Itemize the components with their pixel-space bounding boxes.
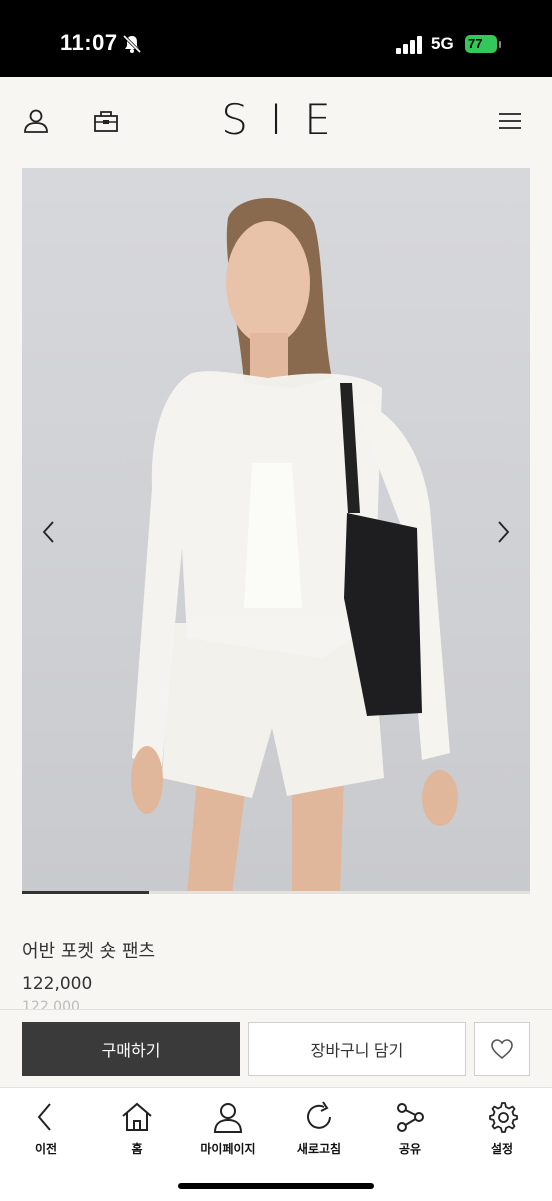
add-to-cart-button[interactable]: 장바구니 담기 <box>248 1022 466 1076</box>
back-arrow-icon <box>37 1103 51 1131</box>
action-bar: 구매하기 장바구니 담기 <box>0 1009 552 1088</box>
home-icon <box>122 1102 152 1131</box>
nav-share-label: 공유 <box>398 1142 422 1156</box>
user-icon <box>213 1103 243 1133</box>
product-sub-price: 122,000 <box>22 999 80 1009</box>
product-image[interactable] <box>22 168 530 894</box>
nav-mypage[interactable]: 마이페이지 <box>188 1100 268 1157</box>
status-time: 11:07 <box>60 30 118 55</box>
product-price: 122,000 <box>22 974 93 994</box>
nav-refresh[interactable]: 새로고침 <box>279 1100 359 1157</box>
battery-level: 77 <box>465 35 497 53</box>
battery-charging-icon: 77 <box>465 35 501 55</box>
status-bar: 11:07 5G 77 <box>0 0 552 77</box>
share-icon <box>397 1103 424 1132</box>
model-photo <box>131 198 458 894</box>
refresh-icon <box>307 1101 331 1129</box>
gallery-progress <box>22 891 530 894</box>
nav-home[interactable]: 홈 <box>97 1100 177 1157</box>
gallery-progress-fill <box>22 891 149 894</box>
nav-share[interactable]: 공유 <box>370 1100 450 1157</box>
site-header: SIE <box>0 77 552 167</box>
product-name: 어반 포켓 숏 팬츠 <box>22 941 156 962</box>
nav-home-label: 홈 <box>131 1142 143 1156</box>
network-label: 5G <box>431 34 454 53</box>
heart-icon <box>491 1039 513 1060</box>
home-indicator <box>178 1183 374 1189</box>
nav-mypage-label: 마이페이지 <box>200 1142 256 1156</box>
brand-logo[interactable]: SIE <box>0 95 552 144</box>
nav-back-label: 이전 <box>34 1142 58 1156</box>
chevron-left-icon[interactable] <box>38 518 60 546</box>
signal-icon <box>396 36 422 54</box>
buy-button[interactable]: 구매하기 <box>22 1022 240 1076</box>
bell-slash-icon <box>122 34 142 54</box>
nav-back[interactable]: 이전 <box>6 1100 86 1157</box>
nav-settings-label: 설정 <box>490 1142 514 1156</box>
nav-settings[interactable]: 설정 <box>462 1100 542 1157</box>
menu-icon[interactable] <box>496 107 524 135</box>
gear-icon <box>489 1102 518 1133</box>
chevron-right-icon[interactable] <box>492 518 514 546</box>
nav-refresh-label: 새로고침 <box>296 1142 342 1156</box>
wishlist-button[interactable] <box>474 1022 530 1076</box>
